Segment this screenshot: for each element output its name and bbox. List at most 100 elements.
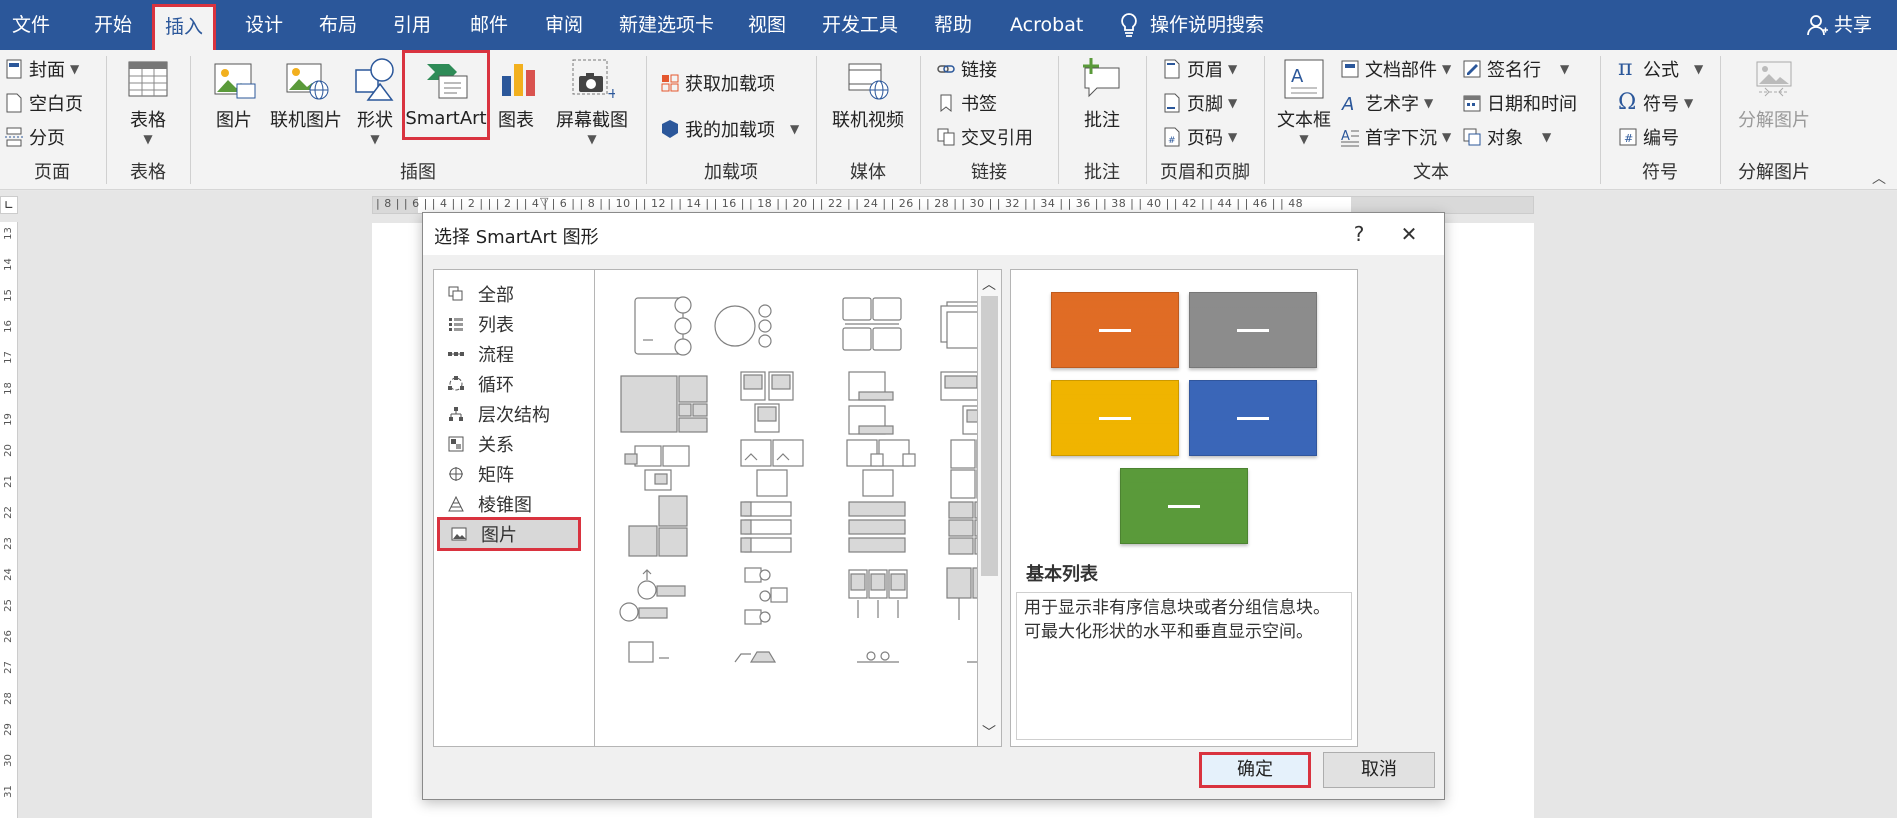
page-number-button[interactable]: # 页码 ▼ — [1162, 124, 1237, 150]
scroll-down-icon[interactable]: ﹀ — [982, 722, 996, 742]
tab-mailings[interactable]: 邮件 — [470, 0, 508, 50]
category-picture[interactable]: 图片 — [437, 517, 581, 551]
shapes-button[interactable]: 形状 ▼ — [352, 56, 398, 146]
indent-marker[interactable]: ▽ — [540, 197, 548, 208]
chart-button[interactable]: 图表 — [496, 56, 536, 132]
drop-cap-button[interactable]: A 首字下沉 ▼ — [1340, 124, 1451, 150]
tab-acrobat[interactable]: Acrobat — [1010, 0, 1083, 50]
category-pyramid[interactable]: 棱锥图 — [448, 490, 532, 518]
bookmark-button[interactable]: 书签 — [936, 90, 997, 116]
tab-view[interactable]: 视图 — [748, 0, 786, 50]
tab-design[interactable]: 设计 — [245, 0, 283, 50]
gallery-scrollbar[interactable]: ︿ ﹀ — [978, 269, 1002, 747]
collapse-ribbon-icon[interactable]: ︿ — [1872, 168, 1886, 188]
layout-thumbnail[interactable] — [714, 304, 772, 348]
layout-thumbnail[interactable] — [946, 567, 978, 620]
cross-reference-button[interactable]: 交叉引用 — [936, 124, 1033, 150]
list-icon — [448, 316, 464, 332]
textbox-icon: A — [1281, 56, 1327, 102]
tab-file[interactable]: 文件 — [12, 0, 50, 50]
help-button[interactable]: ? — [1339, 217, 1379, 251]
tab-new[interactable]: 新建选项卡 — [619, 0, 714, 50]
date-time-button[interactable]: 日期和时间 — [1462, 90, 1577, 116]
signature-line-button[interactable]: 签名行 ▼ — [1462, 56, 1569, 82]
category-process[interactable]: 流程 — [448, 340, 514, 368]
layout-thumbnail[interactable] — [842, 297, 902, 351]
footer-button[interactable]: 页脚 ▼ — [1162, 90, 1237, 116]
close-button[interactable]: ✕ — [1389, 217, 1429, 251]
share-button[interactable]: 共享 — [1806, 0, 1872, 50]
category-list-item[interactable]: 列表 — [448, 310, 514, 338]
header-button[interactable]: 页眉 ▼ — [1162, 56, 1237, 82]
layout-thumbnail[interactable] — [846, 439, 916, 497]
tab-home[interactable]: 开始 — [94, 0, 132, 50]
separator — [816, 56, 817, 184]
layout-thumbnail[interactable] — [848, 371, 894, 435]
tab-layout[interactable]: 布局 — [319, 0, 357, 50]
page-break-button[interactable]: 分页 — [4, 124, 65, 150]
tab-references[interactable]: 引用 — [393, 0, 431, 50]
wordart-button[interactable]: A 艺术字 ▼ — [1340, 90, 1433, 116]
scrollbar-thumb[interactable] — [981, 296, 998, 576]
category-hierarchy[interactable]: 层次结构 — [448, 400, 550, 428]
tab-help[interactable]: 帮助 — [934, 0, 972, 50]
category-matrix[interactable]: 矩阵 — [448, 460, 514, 488]
layout-thumbnail[interactable] — [857, 651, 899, 663]
symbol-button[interactable]: Ω 符号 ▼ — [1618, 90, 1693, 116]
get-addins-button[interactable]: 获取加载项 — [660, 70, 775, 96]
layout-thumbnail[interactable] — [948, 501, 978, 555]
matrix-icon — [448, 466, 464, 482]
tab-insert[interactable]: 插入 — [152, 4, 217, 50]
online-pictures-button[interactable]: 联机图片 — [266, 56, 346, 132]
layout-thumbnail[interactable] — [950, 439, 978, 499]
layout-thumbnail[interactable] — [628, 495, 688, 557]
layout-thumbnail[interactable] — [628, 641, 669, 663]
blank-page-button[interactable]: 空白页 — [4, 90, 83, 116]
numbering-button[interactable]: # 编号 — [1618, 124, 1679, 150]
ruler-tick-label: 16 — [2, 320, 14, 333]
group-links: 链接 书签 交叉引用 链接 — [922, 50, 1056, 190]
layout-thumbnail[interactable] — [744, 567, 788, 625]
ruler-tick-label: 25 — [2, 599, 14, 612]
cover-page-button[interactable]: 封面 ▼ — [4, 56, 79, 82]
layout-thumbnail[interactable] — [734, 651, 777, 663]
layout-thumbnail[interactable] — [740, 501, 792, 553]
equation-button[interactable]: π 公式 ▼ — [1618, 56, 1703, 82]
layout-thumbnail[interactable] — [740, 371, 794, 433]
layout-thumbnail[interactable] — [740, 439, 804, 497]
textbox-button[interactable]: A 文本框 ▼ — [1274, 56, 1334, 146]
cancel-button[interactable]: 取消 — [1323, 752, 1435, 788]
my-addins-button[interactable]: 我的加载项 ▼ — [660, 116, 799, 142]
layout-thumbnail[interactable] — [940, 301, 978, 349]
ruler-tick-label: 24 — [2, 568, 14, 581]
layout-thumbnail[interactable] — [967, 647, 978, 663]
tab-selector[interactable]: ∟ — [0, 196, 18, 214]
object-button[interactable]: 对象 ▼ — [1462, 124, 1551, 150]
svg-text:#: # — [1624, 132, 1633, 145]
tell-me-search[interactable]: 操作说明搜索 — [1120, 0, 1264, 50]
comment-button[interactable]: 批注 — [1074, 56, 1130, 132]
layout-thumbnail[interactable] — [848, 569, 908, 618]
layout-thumbnail[interactable] — [624, 445, 690, 491]
layout-thumbnail[interactable] — [619, 569, 686, 622]
tab-developer[interactable]: 开发工具 — [822, 0, 898, 50]
layout-thumbnail[interactable] — [940, 371, 978, 435]
link-button[interactable]: 链接 — [936, 56, 997, 82]
screenshot-button[interactable]: + 屏幕截图 ▼ — [554, 56, 630, 146]
layout-thumbnail[interactable] — [620, 375, 708, 433]
layout-thumbnail[interactable] — [634, 296, 692, 356]
smartart-button[interactable]: SmartArt — [402, 50, 490, 140]
category-all[interactable]: 全部 — [448, 280, 514, 308]
online-video-button[interactable]: 联机视频 — [830, 56, 906, 132]
category-relationship[interactable]: 关系 — [448, 430, 514, 458]
pictures-button[interactable]: 图片 — [208, 56, 260, 132]
category-cycle[interactable]: 循环 — [448, 370, 514, 398]
scroll-up-icon[interactable]: ︿ — [982, 274, 996, 294]
decompose-picture-button[interactable]: 分解图片 — [1734, 56, 1814, 132]
quick-parts-button[interactable]: 文档部件 ▼ — [1340, 56, 1451, 82]
ruler-tick-label: 27 — [2, 661, 14, 674]
table-button[interactable]: 表格 ▼ — [123, 56, 173, 146]
ok-button[interactable]: 确定 — [1199, 752, 1311, 788]
layout-thumbnail[interactable] — [848, 501, 906, 553]
tab-review[interactable]: 审阅 — [545, 0, 583, 50]
